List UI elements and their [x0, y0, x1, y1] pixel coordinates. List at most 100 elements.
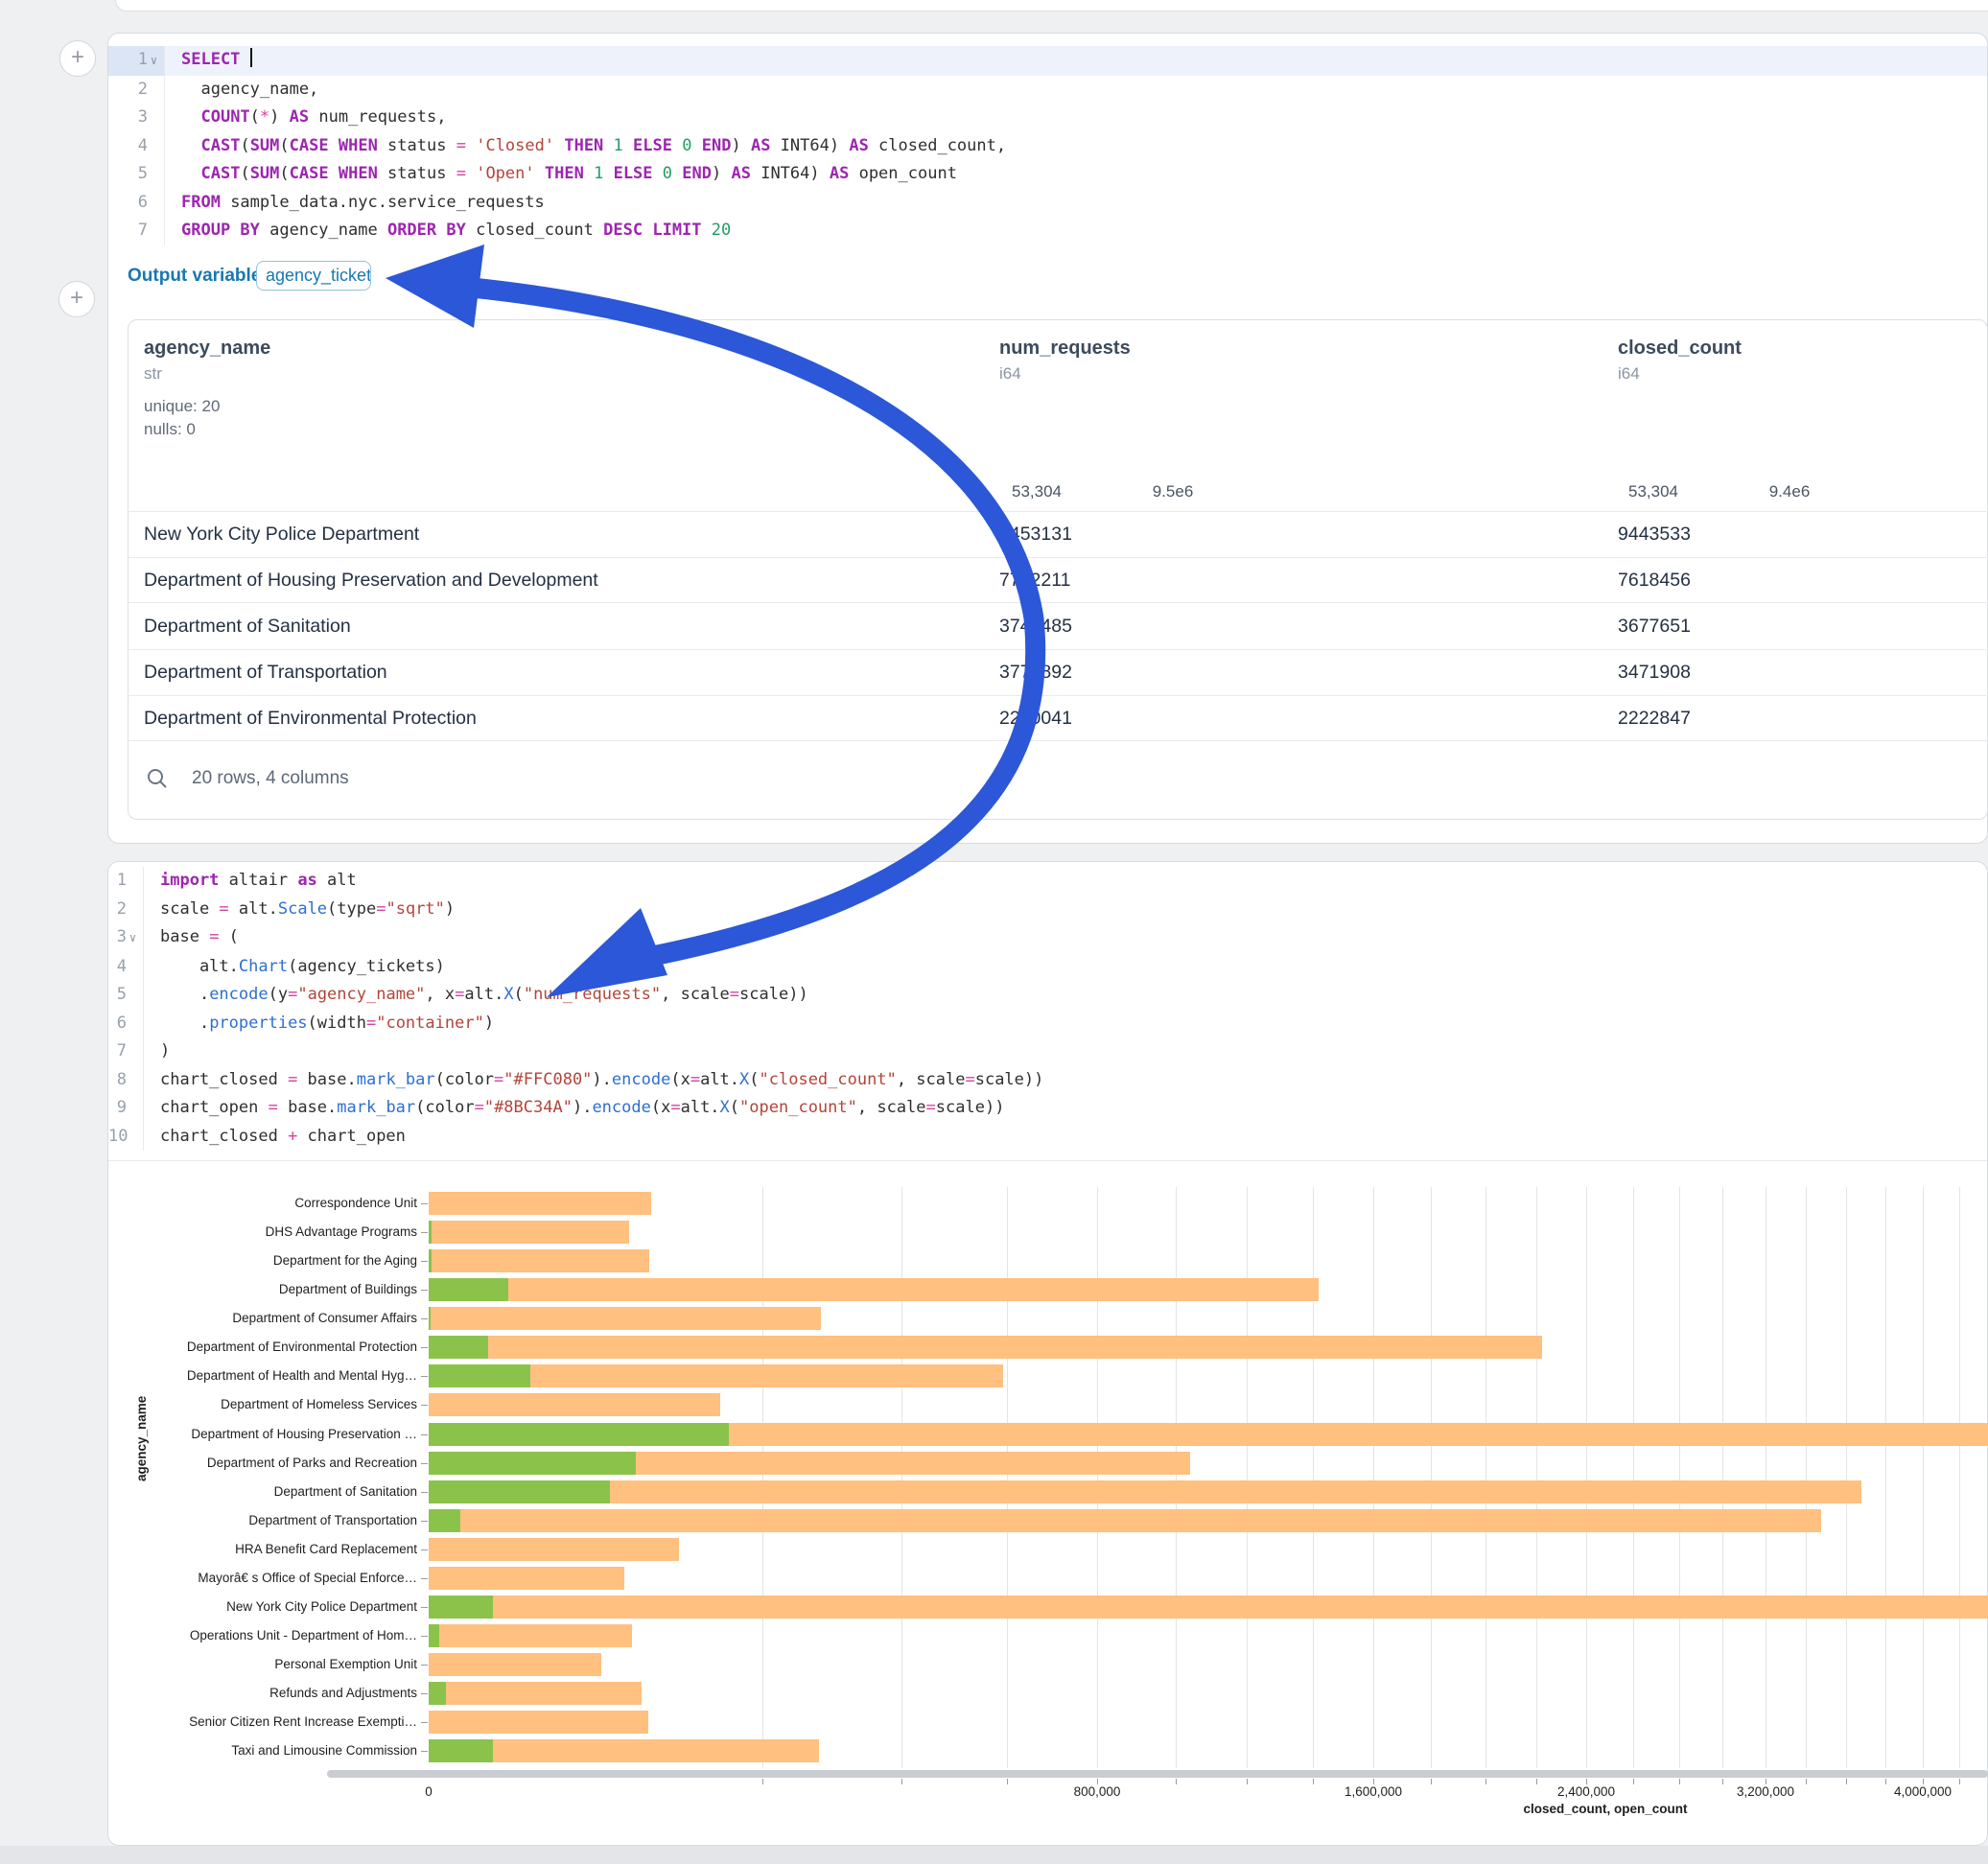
chart-bar-open_count[interactable]: [429, 1739, 493, 1762]
column-header-closed_count[interactable]: closed_count: [1618, 338, 1742, 360]
code-text[interactable]: import altair as alt: [144, 867, 1987, 896]
code-line[interactable]: 7): [108, 1037, 1987, 1066]
code-text[interactable]: chart_closed = base.mark_bar(color="#FFC…: [144, 1066, 1987, 1095]
code-line[interactable]: 8chart_closed = base.mark_bar(color="#FF…: [108, 1066, 1987, 1095]
line-number[interactable]: 8: [108, 1066, 144, 1095]
sql-code-editor[interactable]: 1∨SELECT 2 agency_name,3 COUNT(*) AS num…: [108, 46, 1987, 245]
line-number[interactable]: 5: [108, 160, 165, 189]
add-cell-button-top[interactable]: +: [59, 40, 96, 77]
code-line[interactable]: 1import altair as alt: [108, 867, 1987, 896]
chart-bar-open_count[interactable]: [429, 1364, 530, 1387]
table-cell-closed-count[interactable]: 3677651: [1618, 616, 1691, 638]
table-cell-num-requests[interactable]: 3749485: [999, 616, 1072, 638]
chart-bar-closed_count[interactable]: [429, 1221, 629, 1244]
table-cell-agency-name[interactable]: Department of Environmental Protection: [144, 708, 477, 730]
code-text[interactable]: chart_closed + chart_open: [144, 1123, 1987, 1152]
table-cell-closed-count[interactable]: 2222847: [1618, 708, 1691, 730]
line-number[interactable]: 1∨: [108, 46, 165, 76]
code-text[interactable]: FROM sample_data.nyc.service_requests: [165, 189, 1987, 218]
code-line[interactable]: 6FROM sample_data.nyc.service_requests: [108, 189, 1987, 218]
line-number[interactable]: 3∨: [108, 923, 144, 953]
chart-bar-closed_count[interactable]: [429, 1480, 1861, 1503]
code-text[interactable]: alt.Chart(agency_tickets): [144, 953, 1987, 982]
line-number[interactable]: 1: [108, 867, 144, 896]
line-number[interactable]: 2: [108, 76, 165, 105]
add-cell-button-middle[interactable]: +: [58, 281, 95, 317]
chart-bar-closed_count[interactable]: [429, 1711, 648, 1734]
line-number[interactable]: 6: [108, 189, 165, 218]
code-text[interactable]: COUNT(*) AS num_requests,: [165, 104, 1987, 132]
code-line[interactable]: 5 .encode(y="agency_name", x=alt.X("num_…: [108, 981, 1987, 1010]
chart-bar-open_count[interactable]: [429, 1221, 432, 1244]
chart-bar-closed_count[interactable]: [429, 1307, 821, 1330]
chart-bar-open_count[interactable]: [429, 1509, 460, 1532]
table-cell-num-requests[interactable]: 2240041: [999, 708, 1072, 730]
table-cell-num-requests[interactable]: 3774892: [999, 662, 1072, 684]
chart-bar-closed_count[interactable]: [429, 1393, 720, 1416]
chart-bar-open_count[interactable]: [429, 1596, 493, 1619]
chart-bar-closed_count[interactable]: [429, 1278, 1319, 1301]
chart-bar-closed_count[interactable]: [429, 1567, 624, 1590]
chart-bar-open_count[interactable]: [429, 1452, 636, 1475]
table-cell-closed-count[interactable]: 3471908: [1618, 662, 1691, 684]
python-code-editor[interactable]: 1import altair as alt2scale = alt.Scale(…: [108, 867, 1987, 1151]
code-line[interactable]: 5 CAST(SUM(CASE WHEN status = 'Open' THE…: [108, 160, 1987, 189]
chart-bar-open_count[interactable]: [429, 1423, 729, 1446]
code-line[interactable]: 1∨SELECT: [108, 46, 1987, 76]
line-number[interactable]: 4: [108, 953, 144, 982]
line-number[interactable]: 5: [108, 981, 144, 1010]
code-text[interactable]: chart_open = base.mark_bar(color="#8BC34…: [144, 1094, 1987, 1123]
chart-bar-open_count[interactable]: [429, 1278, 508, 1301]
code-text[interactable]: scale = alt.Scale(type="sqrt"): [144, 896, 1987, 924]
chart-bar-open_count[interactable]: [429, 1307, 431, 1330]
column-header-agency_name[interactable]: agency_name: [144, 338, 270, 360]
chart-bar-closed_count[interactable]: [429, 1596, 1988, 1619]
code-text[interactable]: SELECT: [165, 46, 1987, 76]
chart-bar-open_count[interactable]: [429, 1682, 446, 1705]
code-line[interactable]: 3 COUNT(*) AS num_requests,: [108, 104, 1987, 132]
code-text[interactable]: .encode(y="agency_name", x=alt.X("num_re…: [144, 981, 1987, 1010]
code-text[interactable]: agency_name,: [165, 76, 1987, 105]
code-line[interactable]: 6 .properties(width="container"): [108, 1010, 1987, 1038]
chart-bar-closed_count[interactable]: [429, 1624, 632, 1647]
search-icon[interactable]: [146, 767, 169, 790]
chart-bar-closed_count[interactable]: [429, 1192, 651, 1215]
code-line[interactable]: 4 alt.Chart(agency_tickets): [108, 953, 1987, 982]
line-number[interactable]: 4: [108, 132, 165, 161]
code-line[interactable]: 7GROUP BY agency_name ORDER BY closed_co…: [108, 217, 1987, 245]
code-text[interactable]: GROUP BY agency_name ORDER BY closed_cou…: [165, 217, 1987, 245]
code-text[interactable]: ): [144, 1037, 1987, 1066]
chart-bar-closed_count[interactable]: [429, 1538, 679, 1561]
code-line[interactable]: 4 CAST(SUM(CASE WHEN status = 'Closed' T…: [108, 132, 1987, 161]
line-number[interactable]: 7: [108, 217, 165, 245]
output-variable-pill[interactable]: agency_tickets: [256, 261, 371, 291]
chart-bar-closed_count[interactable]: [429, 1336, 1542, 1359]
table-cell-closed-count[interactable]: 7618456: [1618, 570, 1691, 592]
code-text[interactable]: .properties(width="container"): [144, 1010, 1987, 1038]
line-number[interactable]: 3: [108, 104, 165, 132]
line-number[interactable]: 7: [108, 1037, 144, 1066]
chart-bar-open_count[interactable]: [429, 1336, 488, 1359]
table-cell-agency-name[interactable]: Department of Housing Preservation and D…: [144, 570, 598, 592]
table-cell-agency-name[interactable]: Department of Sanitation: [144, 616, 351, 638]
table-cell-agency-name[interactable]: New York City Police Department: [144, 524, 419, 546]
code-line[interactable]: 2 agency_name,: [108, 76, 1987, 105]
chart-bar-closed_count[interactable]: [429, 1682, 642, 1705]
code-line[interactable]: 9chart_open = base.mark_bar(color="#8BC3…: [108, 1094, 1987, 1123]
table-cell-num-requests[interactable]: 7782211: [999, 570, 1070, 592]
code-text[interactable]: CAST(SUM(CASE WHEN status = 'Open' THEN …: [165, 160, 1987, 189]
code-text[interactable]: base = (: [144, 923, 1987, 953]
line-number[interactable]: 2: [108, 896, 144, 924]
chart-bar-open_count[interactable]: [429, 1624, 439, 1647]
chart-horizontal-scrollbar[interactable]: [327, 1770, 1988, 1778]
line-number[interactable]: 9: [108, 1094, 144, 1123]
chart-bar-open_count[interactable]: [429, 1249, 432, 1272]
code-text[interactable]: CAST(SUM(CASE WHEN status = 'Closed' THE…: [165, 132, 1987, 161]
column-header-num_requests[interactable]: num_requests: [999, 338, 1131, 360]
table-cell-closed-count[interactable]: 9443533: [1618, 524, 1691, 546]
chart-bar-open_count[interactable]: [429, 1480, 610, 1503]
chart-bar-closed_count[interactable]: [429, 1653, 601, 1676]
table-cell-agency-name[interactable]: Department of Transportation: [144, 662, 387, 684]
code-line[interactable]: 2scale = alt.Scale(type="sqrt"): [108, 896, 1987, 924]
table-cell-num-requests[interactable]: 9453131: [999, 524, 1072, 546]
